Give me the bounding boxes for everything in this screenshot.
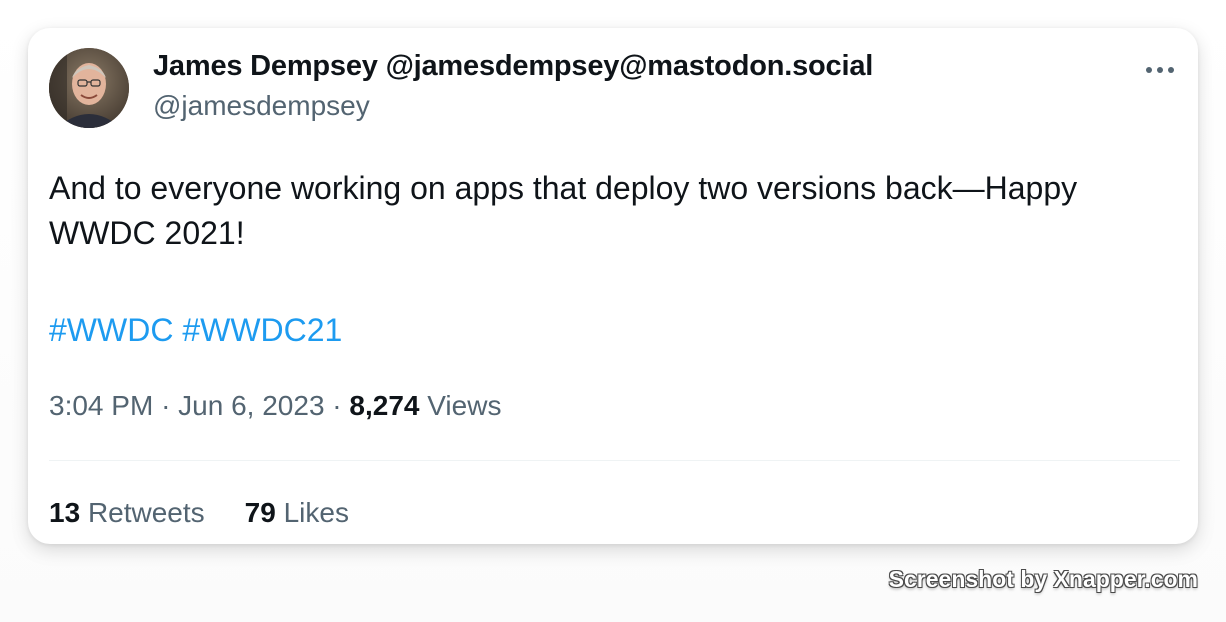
engagement-stats: 13 Retweets 79 Likes — [49, 497, 349, 529]
meta-separator: · — [161, 390, 171, 421]
author-handle[interactable]: @jamesdempsey — [153, 90, 370, 122]
more-horizontal-icon — [1146, 67, 1174, 73]
likes-stat[interactable]: 79 Likes — [245, 497, 349, 529]
avatar-photo-icon — [49, 48, 129, 128]
tweet-card: James Dempsey @jamesdempsey@mastodon.soc… — [28, 28, 1198, 544]
likes-count: 79 — [244, 497, 276, 528]
tweet-metadata: 3:04 PM · Jun 6, 2023 · 8,274 Views — [49, 390, 501, 422]
tweet-text-line: And to everyone working on apps that dep… — [49, 170, 1078, 206]
likes-label: Likes — [283, 497, 349, 528]
more-options-button[interactable] — [1142, 58, 1178, 82]
retweets-count: 13 — [49, 497, 81, 528]
divider — [49, 460, 1180, 461]
views-label: Views — [427, 390, 502, 421]
hashtag-link[interactable]: #WWDC21 — [182, 312, 342, 348]
retweets-stat[interactable]: 13 Retweets — [49, 497, 205, 529]
meta-separator: · — [332, 390, 342, 421]
hashtag-list: #WWDC #WWDC21 — [49, 308, 342, 353]
tweet-text-line: WWDC 2021! — [49, 215, 245, 251]
tweet-time[interactable]: 3:04 PM — [49, 390, 153, 421]
screenshot-canvas: James Dempsey @jamesdempsey@mastodon.soc… — [0, 0, 1226, 622]
author-avatar[interactable] — [49, 48, 129, 128]
retweets-label: Retweets — [87, 497, 205, 528]
views-count: 8,274 — [349, 390, 420, 421]
watermark: Screenshot by Xnapper.com — [888, 566, 1198, 592]
tweet-date[interactable]: Jun 6, 2023 — [178, 390, 324, 421]
hashtag-link[interactable]: #WWDC — [49, 312, 173, 348]
author-display-name[interactable]: James Dempsey @jamesdempsey@mastodon.soc… — [153, 50, 873, 83]
tweet-text: And to everyone working on apps that dep… — [49, 166, 1189, 256]
